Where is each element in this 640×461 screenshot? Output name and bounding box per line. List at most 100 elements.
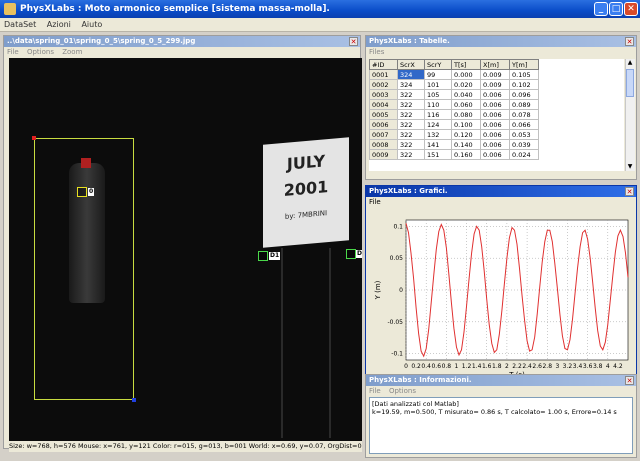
table-cell[interactable]: 322 — [397, 119, 425, 130]
table-cell[interactable]: 0.006 — [480, 109, 510, 120]
row-header-cell[interactable]: 0008 — [369, 139, 398, 150]
table-cell[interactable]: 0.000 — [451, 69, 481, 80]
video-menu-options[interactable]: Options — [24, 48, 57, 56]
maximize-button[interactable]: □ — [609, 2, 623, 16]
table-cell[interactable]: 105 — [424, 89, 452, 100]
table-row[interactable]: 0007 322 132 0.120 0.006 0.053 — [369, 129, 539, 140]
close-button[interactable]: ✕ — [624, 2, 638, 16]
table-cell[interactable]: 322 — [397, 139, 425, 150]
table-cell[interactable]: 0.089 — [509, 99, 539, 110]
table-cell[interactable]: 0.120 — [451, 129, 481, 140]
roi-corner-handle[interactable] — [132, 398, 136, 402]
tracked-point-marker[interactable] — [77, 187, 87, 197]
col-header-scry[interactable]: ScrY — [424, 59, 452, 70]
table-cell[interactable]: 0.102 — [509, 79, 539, 90]
table-row[interactable]: 0005 322 116 0.080 0.006 0.078 — [369, 109, 539, 120]
row-header-cell[interactable]: 0007 — [369, 129, 398, 140]
chart-window-close-icon[interactable]: ✕ — [625, 187, 634, 196]
chart-menu-file[interactable]: File — [366, 198, 384, 206]
table-cell[interactable]: 0.040 — [451, 89, 481, 100]
table-cell[interactable]: 324 — [397, 69, 425, 80]
row-header-cell[interactable]: 0001 — [369, 69, 398, 80]
row-header-cell[interactable]: 0009 — [369, 149, 398, 160]
col-header-t[interactable]: T[s] — [451, 59, 481, 70]
col-header-id[interactable]: #ID — [369, 59, 398, 70]
table-cell[interactable]: 0.100 — [451, 119, 481, 130]
menu-dataset[interactable]: DataSet — [0, 18, 40, 31]
table-cell[interactable]: 324 — [397, 79, 425, 90]
table-cell[interactable]: 124 — [424, 119, 452, 130]
table-cell[interactable]: 101 — [424, 79, 452, 90]
info-textbox[interactable]: [Dati analizzati col Matlab] k=19.59, m=… — [369, 397, 633, 454]
table-cell[interactable]: 0.006 — [480, 99, 510, 110]
menu-aiuto[interactable]: Aiuto — [77, 18, 106, 31]
table-row[interactable]: 0004 322 110 0.060 0.006 0.089 — [369, 99, 539, 110]
info-menu-options[interactable]: Options — [386, 387, 419, 395]
video-menu-file[interactable]: File — [4, 48, 22, 56]
table-cell[interactable]: 0.140 — [451, 139, 481, 150]
minimize-button[interactable]: _ — [594, 2, 608, 16]
table-cell[interactable]: 0.006 — [480, 149, 510, 160]
table-cell[interactable]: 0.053 — [509, 129, 539, 140]
table-cell[interactable]: 0.080 — [451, 109, 481, 120]
distance-marker[interactable] — [346, 249, 356, 259]
table-cell[interactable]: 0.006 — [480, 129, 510, 140]
table-cell[interactable]: 322 — [397, 89, 425, 100]
table-cell[interactable]: 151 — [424, 149, 452, 160]
table-cell[interactable]: 0.009 — [480, 69, 510, 80]
table-cell[interactable]: 0.160 — [451, 149, 481, 160]
table-row[interactable]: 0001 324 99 0.000 0.009 0.105 — [369, 69, 539, 80]
table-cell[interactable]: 0.006 — [480, 119, 510, 130]
table-row[interactable]: 0006 322 124 0.100 0.006 0.066 — [369, 119, 539, 130]
table-cell[interactable]: 322 — [397, 99, 425, 110]
row-header-cell[interactable]: 0003 — [369, 89, 398, 100]
table-cell[interactable]: 0.096 — [509, 89, 539, 100]
col-header-y[interactable]: Y[m] — [509, 59, 539, 70]
table-row[interactable]: 0008 322 141 0.140 0.006 0.039 — [369, 139, 539, 150]
table-cell[interactable]: 0.020 — [451, 79, 481, 90]
table-cell[interactable]: 0.024 — [509, 149, 539, 160]
table-row[interactable]: 0009 322 151 0.160 0.006 0.024 — [369, 149, 539, 160]
table-cell[interactable]: 0.039 — [509, 139, 539, 150]
table-cell[interactable]: 0.009 — [480, 79, 510, 90]
table-cell[interactable]: 116 — [424, 109, 452, 120]
table-window-close-icon[interactable]: ✕ — [625, 37, 634, 46]
x-tick-label: 1.6 — [482, 363, 492, 370]
table-menu-files[interactable]: Files — [366, 48, 387, 56]
table-cell[interactable]: 322 — [397, 149, 425, 160]
table-cell[interactable]: 141 — [424, 139, 452, 150]
table-cell[interactable]: 0.006 — [480, 139, 510, 150]
table-cell[interactable]: 99 — [424, 69, 452, 80]
video-window-close-icon[interactable]: ✕ — [349, 37, 358, 46]
roi-corner-handle[interactable] — [32, 136, 36, 140]
tracking-roi-box[interactable] — [34, 138, 134, 400]
distance-marker[interactable] — [258, 251, 268, 261]
row-header-cell[interactable]: 0004 — [369, 99, 398, 110]
table-cell[interactable]: 322 — [397, 109, 425, 120]
table-vertical-scrollbar[interactable]: ▲ ▼ — [625, 59, 635, 171]
table-cell[interactable]: 0.078 — [509, 109, 539, 120]
table-row[interactable]: 0003 322 105 0.040 0.006 0.096 — [369, 89, 539, 100]
table-cell[interactable]: 132 — [424, 129, 452, 140]
table-row[interactable]: 0002 324 101 0.020 0.009 0.102 — [369, 79, 539, 90]
info-menu-file[interactable]: File — [366, 387, 384, 395]
col-header-scrx[interactable]: ScrX — [397, 59, 425, 70]
table-cell[interactable]: 0.105 — [509, 69, 539, 80]
video-frame[interactable]: JULY 2001 by: 7MBRINI 0 D1 D — [9, 58, 362, 441]
row-header-cell[interactable]: 0002 — [369, 79, 398, 90]
table-cell[interactable]: 0.006 — [480, 89, 510, 100]
scroll-thumb[interactable] — [626, 69, 634, 97]
info-window-close-icon[interactable]: ✕ — [625, 376, 634, 385]
col-header-x[interactable]: X[m] — [480, 59, 510, 70]
table-cell[interactable]: 322 — [397, 129, 425, 140]
row-header-cell[interactable]: 0005 — [369, 109, 398, 120]
scroll-down-icon[interactable]: ▼ — [626, 163, 634, 171]
table-cell[interactable]: 0.066 — [509, 119, 539, 130]
info-window-title: PhysXLabs : Informazioni. — [366, 375, 636, 386]
video-menu-zoom[interactable]: Zoom — [59, 48, 85, 56]
table-cell[interactable]: 110 — [424, 99, 452, 110]
scroll-up-icon[interactable]: ▲ — [626, 59, 634, 67]
table-cell[interactable]: 0.060 — [451, 99, 481, 110]
menu-azioni[interactable]: Azioni — [43, 18, 75, 31]
row-header-cell[interactable]: 0006 — [369, 119, 398, 130]
